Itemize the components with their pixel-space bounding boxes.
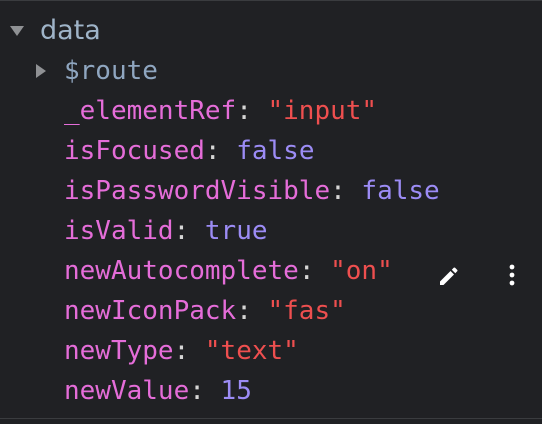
property-row-is-valid[interactable]: isValid: true — [0, 211, 542, 251]
property-key: isFocused — [64, 136, 205, 166]
property-content: newValue: 15 — [64, 371, 252, 411]
property-row-element-ref[interactable]: _elementRef: "input" — [0, 91, 542, 131]
property-row-is-focused[interactable]: isFocused: false — [0, 131, 542, 171]
property-row-route[interactable]: $route — [0, 51, 542, 91]
property-colon: : — [236, 296, 252, 326]
property-row-new-autocomplete[interactable]: newAutocomplete: "on" — [0, 251, 542, 291]
divider — [0, 418, 542, 419]
property-content: isPasswordVisible: false — [64, 171, 440, 211]
property-colon: : — [236, 96, 252, 126]
property-value[interactable]: "text" — [205, 336, 299, 366]
property-value[interactable]: false — [236, 136, 314, 166]
chevron-down-icon[interactable] — [10, 26, 24, 36]
property-content: _elementRef: "input" — [64, 91, 377, 131]
property-row-is-password-visible[interactable]: isPasswordVisible: false — [0, 171, 542, 211]
data-section-header[interactable]: data — [0, 11, 101, 51]
chevron-right-icon[interactable] — [36, 64, 46, 78]
property-value[interactable]: "fas" — [268, 296, 346, 326]
property-colon: : — [330, 176, 346, 206]
property-colon: : — [173, 336, 190, 366]
property-key: newAutocomplete — [64, 256, 299, 286]
property-key: newType — [64, 336, 174, 366]
property-colon: : — [189, 376, 205, 406]
property-content: newType: "text" — [64, 331, 299, 371]
property-key: $route — [64, 56, 158, 86]
property-content: $route — [64, 51, 158, 91]
property-value[interactable]: 15 — [221, 376, 252, 406]
more-vertical-icon[interactable] — [500, 259, 524, 286]
property-row-new-type[interactable]: newType: "text" — [0, 331, 542, 371]
property-key: newValue — [64, 376, 190, 406]
pencil-icon[interactable] — [434, 259, 462, 285]
property-key: isPasswordVisible — [64, 176, 331, 206]
property-key: newIconPack — [64, 296, 237, 326]
property-value[interactable]: false — [361, 176, 439, 206]
section-title: data — [40, 15, 101, 46]
property-colon: : — [173, 216, 190, 246]
property-colon: : — [204, 136, 221, 166]
property-value[interactable]: "input" — [268, 96, 378, 126]
property-key: isValid — [64, 216, 174, 246]
property-row-new-value[interactable]: newValue: 15 — [0, 371, 542, 411]
property-value[interactable]: "on" — [330, 256, 393, 286]
property-content: newAutocomplete: "on" — [64, 251, 393, 291]
property-value[interactable]: true — [205, 216, 268, 246]
property-colon: : — [298, 256, 315, 286]
property-content: isFocused: false — [64, 131, 314, 171]
property-list: $route _elementRef: "input" isFocused: f… — [0, 51, 542, 411]
devtools-data-panel: data $route _elementRef: "input" isFocus… — [0, 0, 542, 424]
property-row-new-icon-pack[interactable]: newIconPack: "fas" — [0, 291, 542, 331]
property-content: newIconPack: "fas" — [64, 291, 346, 331]
property-content: isValid: true — [64, 211, 268, 251]
property-key: _elementRef — [64, 96, 237, 126]
